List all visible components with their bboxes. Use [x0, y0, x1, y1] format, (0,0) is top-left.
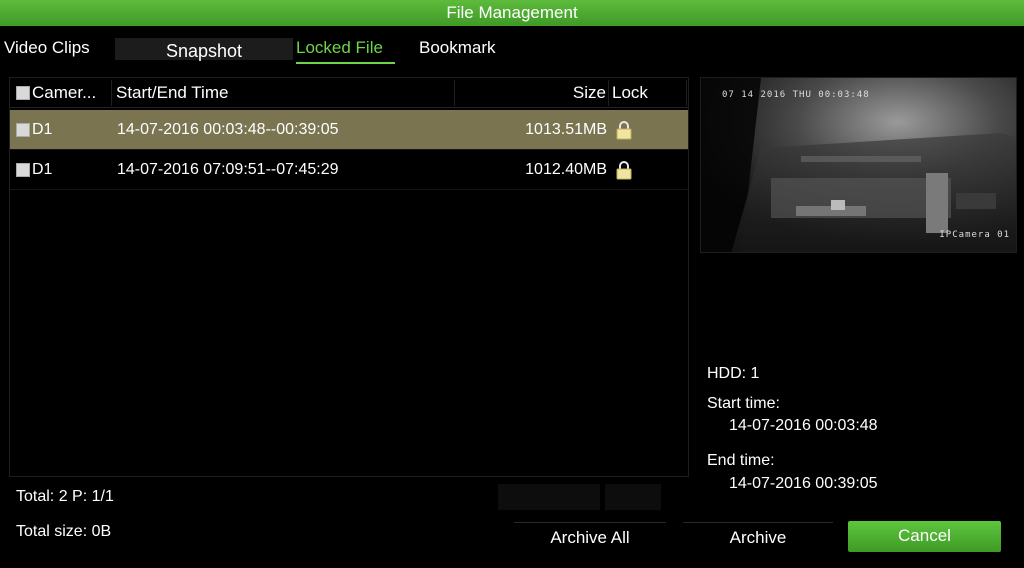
table-row[interactable]: D1 14-07-2016 00:03:48--00:39:05 1013.51…	[10, 110, 688, 150]
row-time: 14-07-2016 07:09:51--07:45:29	[117, 161, 339, 178]
preview-timestamp: 07 14 2016 THU 00:03:48	[722, 90, 870, 100]
table-row[interactable]: D1 14-07-2016 07:09:51--07:45:29 1012.40…	[10, 150, 688, 190]
list-header: Camer... Start/End Time Size Lock	[10, 78, 688, 108]
row-checkbox[interactable]	[16, 163, 30, 177]
tab-bookmark[interactable]: Bookmark	[419, 36, 496, 64]
row-size: 1012.40MB	[525, 161, 607, 178]
camera-snapshot-image	[701, 78, 1016, 252]
end-time-label: End time:	[707, 452, 775, 469]
select-all-checkbox[interactable]	[16, 86, 30, 100]
column-header-time[interactable]: Start/End Time	[116, 78, 228, 108]
column-divider	[608, 80, 609, 106]
preview-camera-name: IPCamera 01	[939, 230, 1010, 240]
end-time-value: 14-07-2016 00:39:05	[729, 475, 878, 492]
start-time-label: Start time:	[707, 395, 780, 412]
column-header-size[interactable]: Size	[550, 78, 606, 108]
tab-video-clips[interactable]: Video Clips	[4, 36, 90, 64]
window-title: File Management	[0, 0, 1024, 26]
cancel-button[interactable]: Cancel	[848, 521, 1001, 552]
row-camera: D1	[32, 121, 53, 138]
column-divider	[111, 80, 112, 106]
video-preview[interactable]: 07 14 2016 THU 00:03:48 IPCamera 01	[700, 77, 1017, 253]
row-camera: D1	[32, 161, 53, 178]
hidden-control	[498, 484, 600, 510]
row-time: 14-07-2016 00:03:48--00:39:05	[117, 121, 339, 138]
hdd-label: HDD: 1	[707, 365, 760, 382]
start-time-value: 14-07-2016 00:03:48	[729, 417, 878, 434]
column-divider	[686, 80, 687, 106]
file-list: Camer... Start/End Time Size Lock D1 14-…	[9, 77, 689, 477]
tab-locked-file[interactable]: Locked File	[296, 36, 395, 64]
column-divider	[454, 80, 455, 106]
column-header-camera[interactable]: Camer...	[32, 78, 96, 108]
padlock-icon[interactable]	[616, 160, 632, 180]
row-size: 1013.51MB	[525, 121, 607, 138]
total-count: Total: 2 P: 1/1	[16, 488, 114, 505]
hidden-control	[605, 484, 661, 510]
total-size: Total size: 0B	[16, 523, 112, 540]
archive-button[interactable]: Archive	[683, 522, 833, 552]
column-header-lock[interactable]: Lock	[612, 78, 648, 108]
archive-all-button[interactable]: Archive All	[514, 522, 666, 552]
row-checkbox[interactable]	[16, 123, 30, 137]
tab-snapshot[interactable]: Snapshot	[115, 38, 293, 61]
tab-bar: Video Clips Snapshot Locked File Bookmar…	[0, 36, 1024, 66]
padlock-icon[interactable]	[616, 120, 632, 140]
